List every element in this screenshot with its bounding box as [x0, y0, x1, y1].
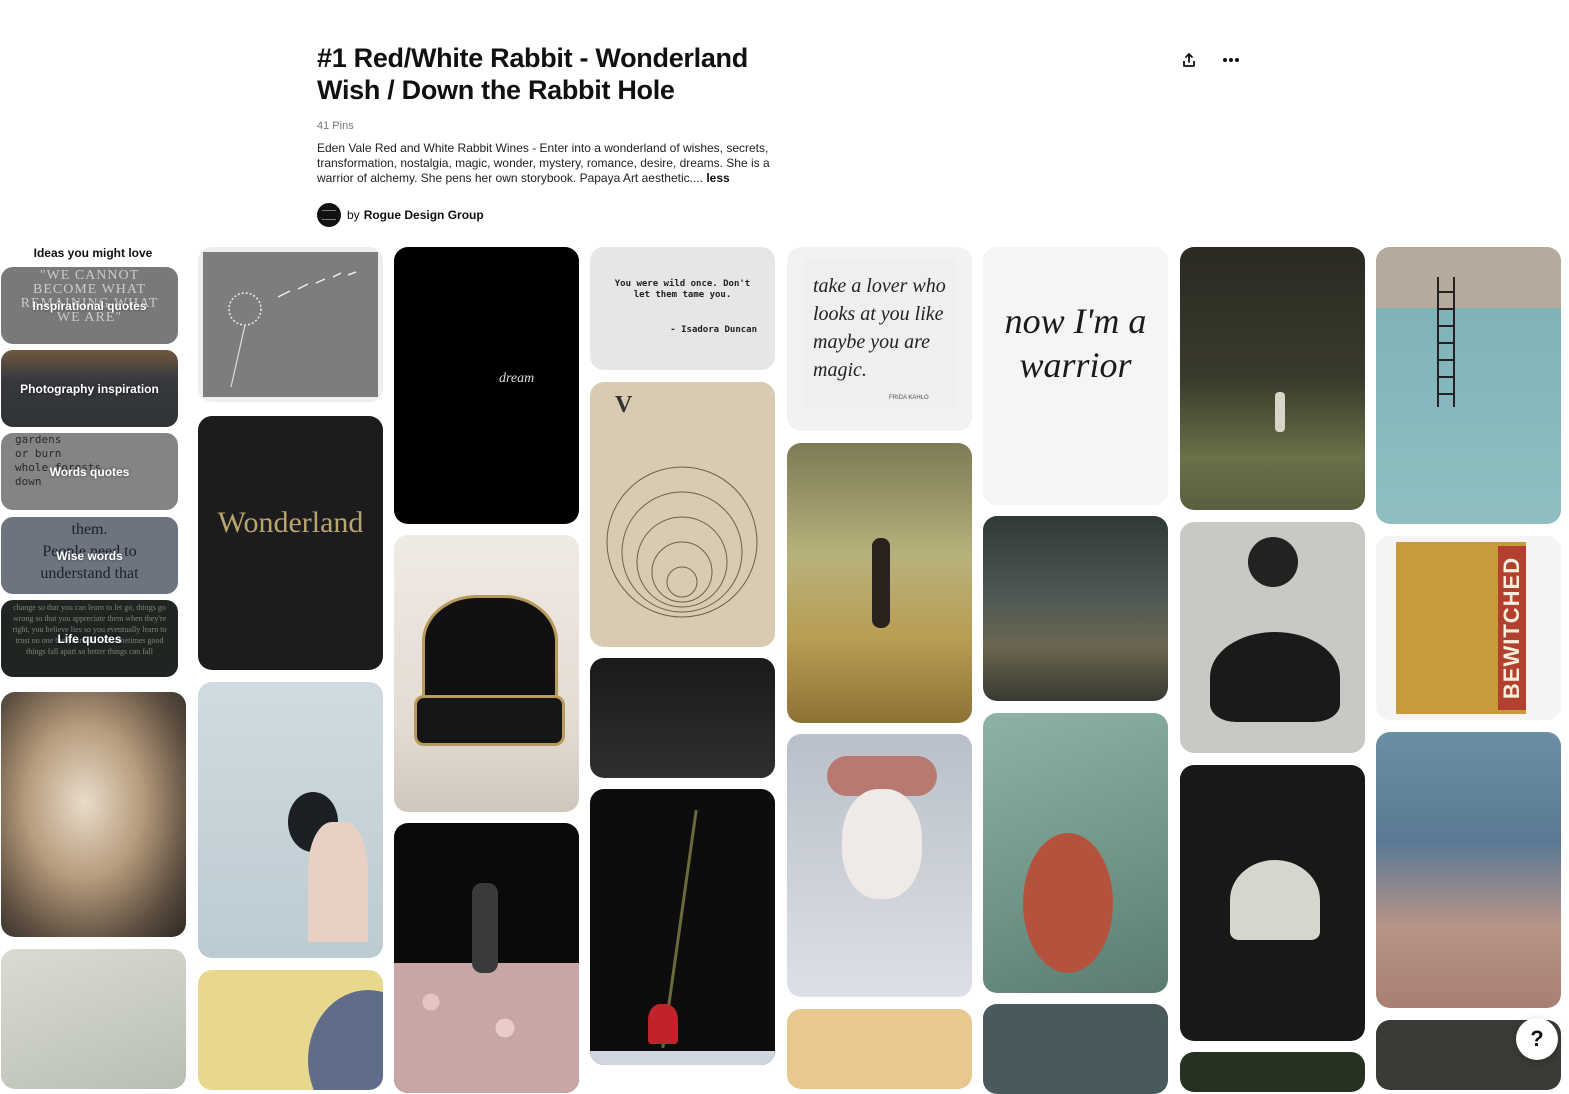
pin-girl-on-stage[interactable]	[787, 443, 972, 723]
byline: by Rogue Design Group	[317, 203, 787, 227]
idea-inspirational-quotes[interactable]: "WE CANNOT BECOME WHAT REMAINING WHAT WE AR…	[1, 267, 178, 344]
idea-label: Wise words	[56, 548, 123, 563]
pin-flowers-accordion[interactable]	[394, 823, 579, 1093]
more-options-button[interactable]	[1217, 48, 1245, 72]
pin-paper-art[interactable]	[1, 949, 186, 1089]
pin-illustration[interactable]	[787, 1009, 972, 1089]
share-button[interactable]	[1175, 48, 1203, 72]
pin-bewitched-book[interactable]: BEWITCHED	[1376, 536, 1561, 720]
pin-wild-quote[interactable]: You were wild once. Don't let them tame …	[590, 247, 775, 370]
idea-label: Words quotes	[49, 464, 130, 479]
share-icon	[1183, 53, 1195, 67]
pin-dream[interactable]: dream	[394, 247, 579, 524]
pin-warrior-quote[interactable]: now I'm a warrior	[983, 247, 1168, 505]
pin-aerialist[interactable]	[590, 658, 775, 778]
pin-vintage-card[interactable]: V	[590, 382, 775, 647]
pin-count: 41 Pins	[317, 120, 354, 132]
pin-woman-in-frame[interactable]	[1, 692, 186, 937]
wild-quote-text: You were wild once. Don't let them tame …	[614, 279, 751, 300]
pin-woman-butterflies[interactable]	[198, 682, 383, 958]
idea-label: Life quotes	[57, 631, 122, 646]
help-icon: ?	[1530, 1026, 1544, 1051]
less-link[interactable]: less	[706, 171, 729, 185]
pin-ballerina-wings[interactable]	[1180, 765, 1365, 1041]
board-title: #1 Red/White Rabbit - Wonderland Wish / …	[317, 43, 748, 105]
pin-dandelion[interactable]	[198, 247, 383, 402]
more-icon	[1223, 58, 1239, 62]
pin-masked-woman[interactable]	[1180, 522, 1365, 753]
idea-life-quotes[interactable]: change so that you can learn to let go, …	[1, 600, 178, 677]
help-button[interactable]: ?	[1516, 1018, 1558, 1060]
pin-circles-art[interactable]	[983, 1004, 1168, 1094]
pin-ladder-wall[interactable]	[1376, 247, 1561, 524]
lover-quote-text: take a lover who looks at you like maybe…	[813, 275, 946, 381]
pin-tree-red-dress[interactable]	[590, 789, 775, 1065]
description-text: Eden Vale Red and White Rabbit Wines - E…	[317, 141, 770, 185]
pin-field-woman[interactable]	[983, 516, 1168, 701]
ideas-title: Ideas you might love	[33, 246, 153, 260]
pin-dark-green[interactable]	[1180, 1052, 1365, 1092]
owner-name[interactable]: Rogue Design Group	[364, 208, 484, 222]
pin-red-hair[interactable]	[983, 713, 1168, 993]
idea-photography-inspiration[interactable]: Photography inspiration	[1, 350, 178, 427]
idea-wise-words[interactable]: them. People need to understand that Wise …	[1, 517, 178, 594]
ladder-art	[1437, 277, 1455, 407]
wonderland-text: Wonderland	[217, 506, 364, 539]
pin-back-butterflies[interactable]	[1376, 732, 1561, 1008]
wild-quote-author: - Isadora Duncan	[670, 325, 757, 335]
pin-wonderland[interactable]: Wonderland	[198, 416, 383, 670]
bewitched-text: BEWITCHED	[1499, 556, 1524, 700]
warrior-quote-text: now I'm a warrior	[1004, 301, 1147, 385]
card-circles	[606, 466, 758, 618]
dandelion-art	[228, 271, 357, 388]
idea-words-quotes[interactable]: gardens or burn whole forests down Words qu…	[1, 433, 178, 510]
by-label: by	[347, 208, 360, 222]
pin-forest-figure[interactable]	[1180, 247, 1365, 510]
idea-label: Inspirational quotes	[32, 298, 147, 313]
lover-quote-author: FRIDA KAHLO	[889, 395, 929, 401]
board-header: #1 Red/White Rabbit - Wonderland Wish / …	[317, 42, 787, 227]
board-actions	[1175, 48, 1245, 72]
pin-lover-quote[interactable]: take a lover who looks at you like maybe…	[787, 247, 972, 431]
board-description: Eden Vale Red and White Rabbit Wines - E…	[317, 141, 787, 186]
pin-yellow-art[interactable]	[198, 970, 383, 1090]
dream-text: dream	[499, 371, 535, 386]
pin-black-chair[interactable]	[394, 535, 579, 812]
owner-avatar[interactable]	[317, 203, 341, 227]
idea-label: Photography inspiration	[20, 381, 159, 396]
pin-flower-crown[interactable]	[787, 734, 972, 997]
